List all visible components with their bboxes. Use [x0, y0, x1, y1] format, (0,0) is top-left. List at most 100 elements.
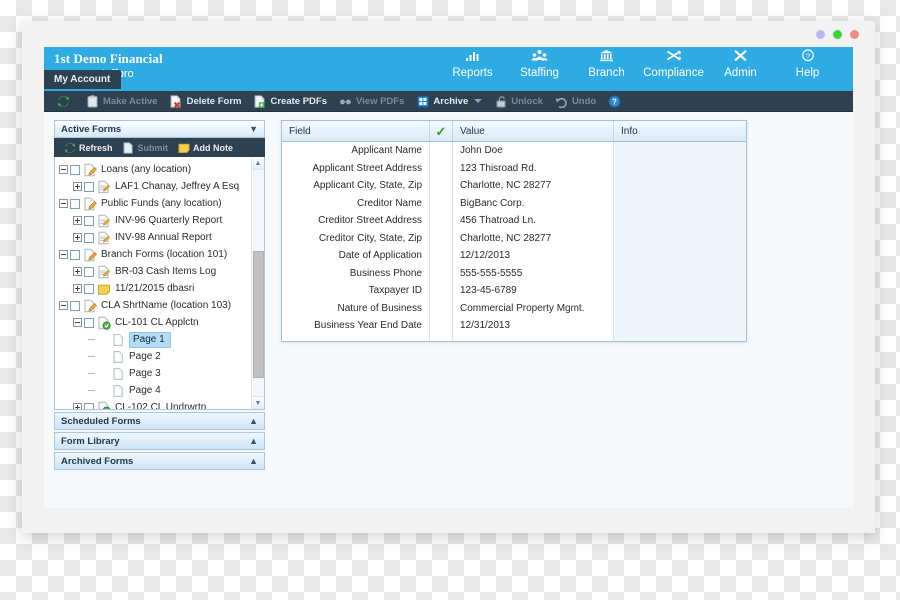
tree-node-checkbox[interactable]: [70, 249, 80, 260]
nav-item-branch[interactable]: Branch: [573, 49, 640, 80]
tree-scrollbar[interactable]: ▲ ▼: [251, 157, 264, 409]
refresh-button[interactable]: [52, 93, 79, 110]
add-note-button[interactable]: Add Note: [174, 140, 236, 155]
collapse-minus-icon[interactable]: [57, 195, 70, 212]
tree-node-checkbox[interactable]: [84, 317, 94, 328]
tree-node-checkbox[interactable]: [84, 266, 94, 277]
tree-node-label: 11/21/2015 dbasri: [115, 283, 195, 294]
grid-cell-value: Charlotte, NC 28277: [460, 180, 552, 191]
collapse-minus-icon[interactable]: [57, 161, 70, 178]
delete-form-button[interactable]: Delete Form: [165, 93, 247, 110]
green-dot-icon[interactable]: [833, 30, 842, 39]
tree-node-checkbox[interactable]: [84, 402, 94, 409]
tree-node-checkbox[interactable]: [84, 283, 94, 294]
expand-plus-icon[interactable]: [71, 280, 84, 297]
purple-dot-icon[interactable]: [816, 30, 825, 39]
unlock-button[interactable]: Unlock: [489, 93, 548, 110]
archive-button[interactable]: Archive: [411, 93, 487, 110]
tree-node-checkbox[interactable]: [84, 232, 94, 243]
tree-node[interactable]: Branch Forms (location 101): [57, 246, 264, 263]
scrollbar-thumb[interactable]: [253, 251, 264, 378]
tree-node-checkbox[interactable]: [70, 300, 80, 311]
collapse-minus-icon[interactable]: [57, 246, 70, 263]
tree-node[interactable]: Page 1: [57, 331, 264, 348]
nav-item-staffing[interactable]: Staffing: [506, 49, 573, 80]
tree-node[interactable]: Page 3: [57, 365, 264, 382]
question-circle-icon: ?: [774, 49, 841, 66]
tree-node[interactable]: Public Funds (any location): [57, 195, 264, 212]
view-pdfs-button[interactable]: View PDFs: [334, 93, 409, 110]
expand-plus-icon[interactable]: [71, 229, 84, 246]
expand-plus-icon[interactable]: [71, 178, 84, 195]
submit-button[interactable]: Submit: [119, 140, 172, 155]
tree-node-label: Branch Forms (location 101): [101, 249, 228, 260]
grid-cell-checkmark: [430, 247, 452, 265]
tree-node[interactable]: INV-98 Annual Report: [57, 229, 264, 246]
tree-node[interactable]: Loans (any location): [57, 161, 264, 178]
column-header-checkmark[interactable]: ✓: [430, 121, 453, 141]
tab-my-account[interactable]: My Account: [44, 70, 122, 89]
column-header-info[interactable]: Info: [614, 121, 746, 141]
grid-cell-info: [614, 282, 746, 300]
nav-item-admin[interactable]: Admin: [707, 49, 774, 80]
create-pdfs-button[interactable]: Create PDFs: [248, 93, 332, 110]
tree-node[interactable]: Page 2: [57, 348, 264, 365]
glasses-icon: [339, 95, 352, 108]
expand-plus-icon[interactable]: [71, 212, 84, 229]
expand-plus-icon[interactable]: [71, 399, 84, 409]
grid-cell-value: 123 Thisroad Rd.: [460, 162, 537, 174]
toolbar-label: View PDFs: [355, 95, 405, 107]
tree-node-checkbox[interactable]: [70, 198, 80, 209]
accordion-archived-forms[interactable]: Archived Forms ▲: [54, 452, 265, 470]
form-pencil-icon: [83, 163, 97, 177]
scroll-down-icon[interactable]: ▼: [252, 396, 264, 409]
chevron-up-icon[interactable]: ▲: [249, 436, 258, 446]
tree-node-checkbox[interactable]: [84, 215, 94, 226]
nav-item-help[interactable]: ? Help: [774, 49, 841, 80]
accordion-scheduled-forms[interactable]: Scheduled Forms ▲: [54, 412, 265, 430]
tree-node-checkbox[interactable]: [84, 181, 94, 192]
scroll-up-icon[interactable]: ▲: [252, 157, 264, 170]
chevron-up-icon[interactable]: ▲: [249, 456, 258, 466]
grid-cell-info: [614, 212, 746, 230]
nav-item-compliance[interactable]: Compliance: [640, 49, 707, 80]
toolbar-help-button[interactable]: ?: [603, 93, 630, 110]
refresh-tree-button[interactable]: Refresh: [60, 140, 116, 155]
tree-node-label: Page 4: [129, 385, 161, 396]
field-value-grid: Field ✓ Value Info Applicant Name Applica…: [281, 120, 747, 342]
red-dot-icon[interactable]: [850, 30, 859, 39]
chevron-down-icon[interactable]: ▼: [249, 124, 258, 134]
tree-node[interactable]: CLA ShrtName (location 103): [57, 297, 264, 314]
column-header-value[interactable]: Value: [453, 121, 614, 141]
undo-button[interactable]: Undo: [550, 93, 601, 110]
column-header-field[interactable]: Field: [282, 121, 430, 141]
collapse-minus-icon[interactable]: [71, 314, 84, 331]
main-navigation: Reports Staffing Branch Compliance Admin…: [439, 49, 841, 80]
window-controls: [816, 30, 859, 39]
tree-node[interactable]: Page 4: [57, 382, 264, 399]
tree-node[interactable]: LAF1 Chanay, Jeffrey A Esq: [57, 178, 264, 195]
grid-cell-info: [614, 142, 746, 160]
grid-cell-value: 12/12/2013: [460, 250, 511, 261]
tree-node[interactable]: BR-03 Cash Items Log: [57, 263, 264, 280]
sidebar-toolbar: Refresh Submit Add Note: [54, 138, 265, 157]
grid-column-info: [614, 142, 746, 341]
collapse-minus-icon[interactable]: [57, 297, 70, 314]
tree-node[interactable]: CL-101 CL Applctn: [57, 314, 264, 331]
grid-cell-field: Business Phone: [349, 267, 422, 279]
accordion-form-library[interactable]: Form Library ▲: [54, 432, 265, 450]
svg-text:?: ?: [612, 97, 617, 106]
application-shell: 1st Demo Financial Powered by staffpro R…: [44, 47, 853, 508]
tree-node[interactable]: INV-96 Quarterly Report: [57, 212, 264, 229]
nav-item-reports[interactable]: Reports: [439, 49, 506, 80]
chevron-up-icon[interactable]: ▲: [249, 416, 258, 426]
tree-node[interactable]: CL-102 CL Undrwrtn: [57, 399, 264, 410]
expand-plus-icon[interactable]: [71, 263, 84, 280]
accordion-active-forms[interactable]: Active Forms ▼: [54, 120, 265, 138]
tree-node[interactable]: 11/21/2015 dbasri: [57, 280, 264, 297]
tree-node-checkbox[interactable]: [70, 164, 80, 175]
chevron-down-icon[interactable]: [474, 99, 483, 103]
tree-node-label: BR-03 Cash Items Log: [115, 266, 217, 277]
make-active-button[interactable]: Make Active: [81, 93, 163, 110]
tree-node-label: CL-102 CL Undrwrtn: [115, 402, 207, 410]
